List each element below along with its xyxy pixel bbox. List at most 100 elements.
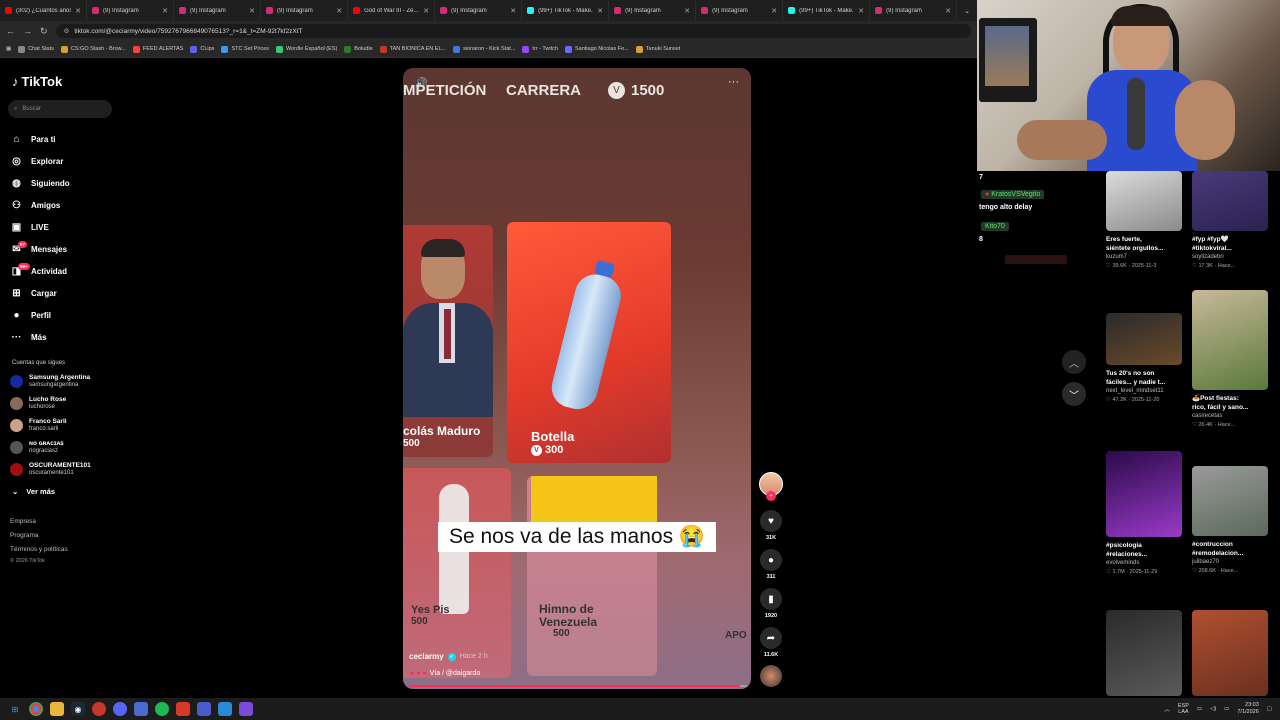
browser-tab[interactable]: (9) Instagram ✕ bbox=[609, 0, 697, 21]
bookmark-icon[interactable]: ▮ bbox=[760, 588, 782, 610]
tray-chevron-icon[interactable]: ︿ bbox=[1164, 705, 1170, 713]
comment-icon[interactable]: ● bbox=[760, 549, 782, 571]
app-icon-2[interactable] bbox=[197, 702, 211, 716]
video-player[interactable]: 🔊 ··· MPETICIÓN CARRERA V 1500 colás Mad… bbox=[403, 68, 751, 689]
video-card[interactable]: Tus 20's no son fáciles... y nadie t... ne… bbox=[1106, 313, 1182, 405]
reload-icon[interactable]: ↻ bbox=[40, 26, 48, 37]
video-thumbnail[interactable] bbox=[1106, 171, 1182, 231]
video-card[interactable]: #contruccion #remodelacion... julibaez70 ♡ … bbox=[1192, 466, 1268, 576]
tab-close-icon[interactable]: ✕ bbox=[771, 7, 777, 15]
video-progress-bar[interactable] bbox=[409, 685, 747, 687]
video-sound-row[interactable]: ● ● ● Vía / @daigardo bbox=[410, 670, 480, 677]
video-thumbnail[interactable] bbox=[1192, 171, 1268, 231]
tab-close-icon[interactable]: ✕ bbox=[249, 7, 255, 15]
sidebar-item[interactable]: ▣ LIVE bbox=[10, 216, 70, 238]
sidebar-item[interactable]: ✉ 57 Mensajes bbox=[10, 238, 70, 260]
video-card[interactable]: Eres fuerte, siéntete orgullos... kuzum7 ♡ … bbox=[1106, 171, 1182, 271]
video-sound[interactable]: Vía / @daigardo bbox=[430, 670, 481, 677]
video-card[interactable]: 🍝Post fiestas: rico, fácil y sano... casir… bbox=[1192, 290, 1268, 430]
sidebar-item[interactable]: ◎ Explorar bbox=[10, 150, 70, 172]
tab-close-icon[interactable]: ✕ bbox=[423, 7, 429, 15]
follow-plus-icon[interactable]: + bbox=[766, 491, 776, 501]
video-author[interactable]: ceciarmy bbox=[409, 652, 444, 661]
bookmark[interactable]: Boludle bbox=[344, 45, 373, 53]
video-card-user[interactable]: next_level_mindset11 bbox=[1106, 387, 1182, 396]
video-card-user[interactable]: julibaez70 bbox=[1192, 558, 1268, 567]
tab-close-icon[interactable]: ✕ bbox=[945, 7, 951, 15]
app-icon-3[interactable] bbox=[218, 702, 232, 716]
video-card[interactable] bbox=[1106, 610, 1182, 696]
browser-tab[interactable]: (9) Instagram ✕ bbox=[870, 0, 958, 21]
video-card-user[interactable]: kuzum7 bbox=[1106, 253, 1182, 262]
steam-icon[interactable]: ◉ bbox=[71, 702, 85, 716]
video-card-user[interactable]: evolveminds bbox=[1106, 559, 1182, 568]
browser-tab[interactable]: (9) Instagram ✕ bbox=[261, 0, 349, 21]
video-thumbnail[interactable] bbox=[1192, 466, 1268, 536]
video-card[interactable] bbox=[1192, 610, 1268, 696]
chrome-icon[interactable] bbox=[29, 702, 43, 716]
previous-video-button[interactable]: ︿ bbox=[1062, 350, 1086, 374]
see-more-button[interactable]: ⌄ Ver más bbox=[12, 487, 55, 496]
video-thumbnail[interactable] bbox=[1192, 290, 1268, 390]
sidebar-item[interactable]: ◨ 99+ Actividad bbox=[10, 260, 70, 282]
battery-icon[interactable]: ▭ bbox=[1224, 706, 1229, 712]
video-card[interactable]: #fyp #fyp🤍 #tiktokviral... soylizadebri ♡ 1… bbox=[1192, 171, 1268, 271]
heart-icon[interactable]: ♥ bbox=[760, 510, 782, 532]
video-card-user[interactable]: casirecetas bbox=[1192, 412, 1268, 421]
next-video-button[interactable]: ﹀ bbox=[1062, 382, 1086, 406]
tab-close-icon[interactable]: ✕ bbox=[162, 7, 168, 15]
bookmark[interactable]: Santiago Nicolas Fe... bbox=[564, 45, 629, 53]
network-icon[interactable]: ▭ bbox=[1197, 706, 1202, 712]
clock[interactable]: 23:03 7/1/2026 bbox=[1237, 702, 1258, 716]
bookmark[interactable]: sionaron - Kick Stat... bbox=[453, 45, 515, 53]
browser-tab[interactable]: (99+) TikTok - Make... ✕ bbox=[783, 0, 871, 21]
sidebar-item[interactable]: ··· Más bbox=[10, 326, 70, 348]
bookmark[interactable]: trr - Twitch bbox=[522, 45, 558, 53]
tab-close-icon[interactable]: ✕ bbox=[858, 7, 864, 15]
url-field[interactable]: ⚙ tiktok.com/@ceciarmy/video/75927679668… bbox=[55, 24, 971, 38]
save-action[interactable]: ▮ 1920 bbox=[759, 588, 783, 619]
footer-link-terms[interactable]: Términos y políticas bbox=[10, 546, 68, 553]
back-icon[interactable]: ← bbox=[6, 26, 15, 36]
video-thumbnail[interactable] bbox=[1106, 313, 1182, 365]
tab-search-icon[interactable]: ⌄ bbox=[957, 0, 977, 21]
sidebar-item[interactable]: ◍ Siguiendo bbox=[10, 172, 70, 194]
tab-close-icon[interactable]: ✕ bbox=[510, 7, 516, 15]
sidebar-item[interactable]: ⌂ Para ti bbox=[10, 128, 70, 150]
tab-close-icon[interactable]: ✕ bbox=[684, 7, 690, 15]
bookmark[interactable]: STC Set Prices bbox=[221, 45, 269, 53]
notification-icon[interactable]: ▢ bbox=[1267, 706, 1272, 712]
app-icon[interactable] bbox=[92, 702, 106, 716]
share-icon[interactable]: ➦ bbox=[760, 627, 782, 649]
video-author-row[interactable]: ceciarmy ✓ Hace 2 h bbox=[409, 652, 488, 661]
bookmark[interactable]: TAN BIONICA EN EL... bbox=[379, 45, 446, 53]
bookmark[interactable]: Wordle Español (ES) bbox=[276, 45, 337, 53]
window-icon[interactable] bbox=[134, 702, 148, 716]
bookmark[interactable]: CLips bbox=[190, 45, 214, 53]
browser-tab[interactable]: (99+) TikTok - Make... ✕ bbox=[522, 0, 610, 21]
browser-tab[interactable]: God of War III - Ze... ✕ bbox=[348, 0, 436, 21]
forward-icon[interactable]: → bbox=[23, 26, 32, 36]
video-thumbnail[interactable] bbox=[1106, 610, 1182, 696]
site-info-icon[interactable]: ⚙ bbox=[64, 27, 70, 35]
discord-icon[interactable] bbox=[113, 702, 127, 716]
video-thumbnail[interactable] bbox=[1106, 451, 1182, 537]
following-account[interactable]: Samsung Argentina samsungargentina bbox=[10, 374, 90, 389]
tab-close-icon[interactable]: ✕ bbox=[75, 7, 81, 15]
sound-disc[interactable] bbox=[759, 665, 783, 687]
sidebar-item[interactable]: ⊞ Cargar bbox=[10, 282, 70, 304]
share-action[interactable]: ➦ 11.6K bbox=[759, 627, 783, 658]
browser-tab[interactable]: (9) Instagram ✕ bbox=[696, 0, 784, 21]
bookmark[interactable]: Chat Stats bbox=[18, 45, 54, 53]
sound-disc-avatar[interactable] bbox=[760, 665, 782, 687]
apps-icon[interactable]: ▦ bbox=[6, 46, 11, 52]
windows-start-icon[interactable]: ⊞ bbox=[8, 702, 22, 716]
folder-icon[interactable] bbox=[50, 702, 64, 716]
following-account[interactable]: OSCURAMENTE101 oscuramente101 bbox=[10, 462, 91, 477]
following-account[interactable]: ɴᴏ ɢʀᴀᴄɪᴀꜱ nograciasz bbox=[10, 440, 64, 455]
tiktok-logo[interactable]: ♪ TikTok bbox=[12, 74, 62, 89]
video-thumbnail[interactable] bbox=[1192, 610, 1268, 696]
app-icon-4[interactable] bbox=[239, 702, 253, 716]
browser-tab[interactable]: (9) Instagram ✕ bbox=[174, 0, 262, 21]
search-input[interactable]: ⌕ Buscar bbox=[8, 100, 112, 118]
